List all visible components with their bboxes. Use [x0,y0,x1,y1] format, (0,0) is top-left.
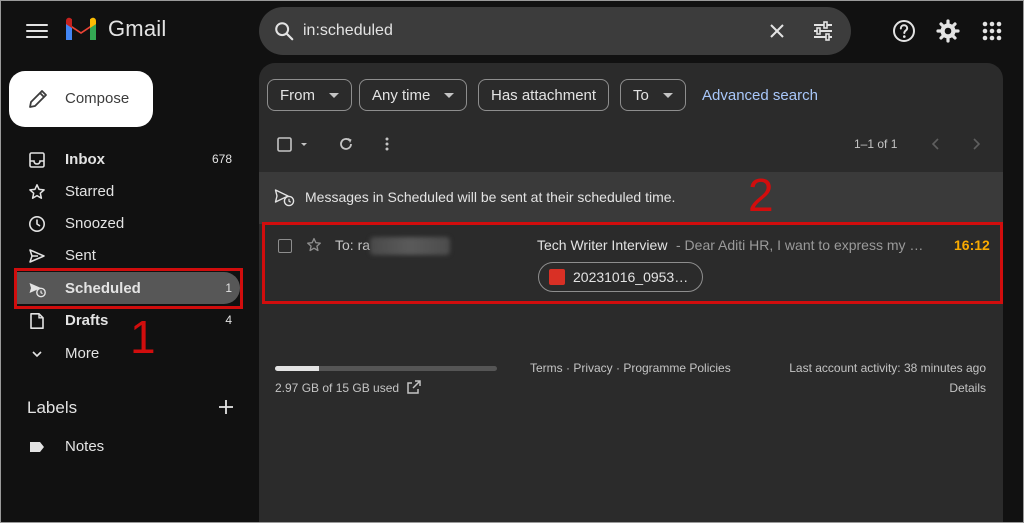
row-checkbox[interactable] [278,239,292,253]
main-menu-button[interactable] [26,22,48,40]
sidebar-item-label: Inbox [65,151,105,168]
attachment-name: 20231016_0953… [573,269,689,285]
sidebar-item-label: Starred [65,183,115,200]
redacted-recipient [370,237,450,255]
inbox-icon [29,152,45,168]
sidebar-item-snoozed[interactable]: Snoozed [16,207,240,239]
sidebar-item-more[interactable]: More [16,337,240,369]
select-all-checkbox[interactable] [277,137,311,153]
annotation-number-one: 1 [130,311,156,363]
scheduled-send-icon [29,283,46,298]
chip-label: Any time [372,86,431,104]
chip-label: To [633,86,649,104]
settings-gear-icon[interactable] [935,18,961,44]
sidebar-label-notes[interactable]: Notes [16,430,240,462]
email-subject: Tech Writer Interview [537,237,668,253]
advanced-search-link[interactable]: Advanced search [702,87,818,104]
filter-chip-any-time[interactable]: Any time [359,79,468,111]
main-panel: From Any time Has attachment To Advanced… [259,63,1003,523]
labels-heading: Labels [27,398,78,417]
scheduled-time: 16:12 [954,237,990,253]
label-icon [30,442,44,452]
last-account-activity: Last account activity: 38 minutes ago [789,361,986,375]
sidebar-item-drafts[interactable]: Drafts 4 [16,304,240,336]
chevron-down-icon [32,351,42,358]
dropdown-arrow-icon [444,92,455,98]
filter-chip-has-attachment[interactable]: Has attachment [478,79,610,111]
open-external-icon[interactable] [406,379,422,395]
chevron-left-icon[interactable] [929,137,943,151]
chip-label: Has attachment [491,86,597,104]
search-icon[interactable] [273,20,295,42]
sidebar-item-inbox[interactable]: Inbox 678 [16,143,240,175]
drafts-count: 4 [225,313,232,327]
sidebar-item-label: More [65,345,100,362]
scheduled-send-icon [274,189,295,207]
scheduled-count: 1 [225,281,232,295]
compose-button[interactable]: Compose [9,71,153,127]
storage-bar-fill [275,366,319,371]
recipient: To: ra [335,237,371,253]
image-file-icon [549,269,565,285]
footer-links[interactable]: Terms · Privacy · Programme Policies [530,361,731,375]
annotation-number-two: 2 [748,169,774,221]
search-bar[interactable] [259,7,851,55]
add-label-icon[interactable] [216,397,236,417]
send-icon [29,249,45,263]
help-icon[interactable] [891,18,917,44]
brand-name: Gmail [108,16,167,41]
sidebar-item-label: Snoozed [65,215,125,232]
sidebar-item-sent[interactable]: Sent [16,239,240,271]
sidebar-item-label: Notes [65,438,105,455]
email-row[interactable]: To: ra Tech Writer Interview - Dear Adit… [259,224,1003,304]
storage-usage-text: 2.97 GB of 15 GB used [275,381,400,395]
pencil-icon [29,90,47,108]
dropdown-arrow-icon [329,92,339,98]
gmail-logo[interactable]: Gmail [64,16,166,42]
scheduled-info-banner: Messages in Scheduled will be sent at th… [259,172,1003,224]
sidebar-item-starred[interactable]: Starred [16,175,240,207]
sidebar-item-label: Sent [65,247,96,264]
sidebar-item-scheduled[interactable]: Scheduled 1 [16,272,240,304]
dropdown-arrow-icon [662,92,673,98]
star-toggle-icon[interactable] [306,237,322,253]
banner-text: Messages in Scheduled will be sent at th… [305,189,676,205]
sidebar-item-label: Drafts [65,312,109,329]
more-vert-icon[interactable] [379,136,395,152]
clock-icon [29,216,45,232]
compose-label: Compose [65,90,130,107]
storage-bar [275,366,497,371]
filter-chip-to[interactable]: To [620,79,686,111]
attachment-chip[interactable]: 20231016_0953… [538,262,704,292]
pagination-text: 1–1 of 1 [854,137,898,151]
chip-label: From [280,86,315,104]
chevron-right-icon[interactable] [969,137,983,151]
search-options-icon[interactable] [811,19,835,43]
filter-chip-from[interactable]: From [267,79,352,111]
email-snippet: - Dear Aditi HR, I want to express my … [676,237,924,253]
gmail-m-icon [66,17,96,40]
refresh-icon[interactable] [338,136,354,152]
details-link[interactable]: Details [949,381,986,395]
star-icon [29,184,45,199]
sidebar-item-label: Scheduled [65,280,141,297]
search-input[interactable] [303,17,743,45]
draft-icon [30,313,44,329]
inbox-count: 678 [211,152,232,166]
apps-grid-icon[interactable] [979,18,1005,44]
clear-search-icon[interactable] [765,19,789,43]
